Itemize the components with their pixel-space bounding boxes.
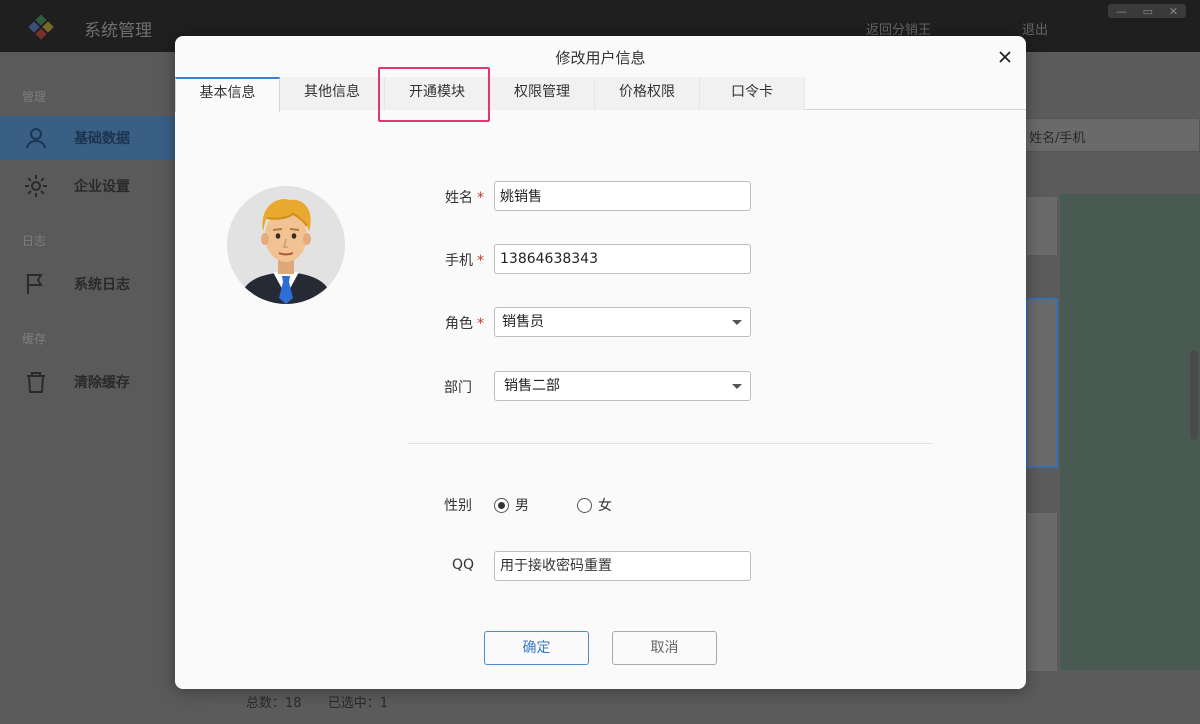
close-window-icon[interactable]: ✕ — [1169, 5, 1178, 18]
main-search-placeholder: 姓名/手机 — [1029, 131, 1086, 146]
trash-icon — [22, 370, 50, 394]
gender-radio-female[interactable]: 女 — [577, 495, 612, 515]
phone-label: 手机 * — [424, 250, 484, 270]
close-icon[interactable] — [998, 50, 1012, 64]
required-mark: * — [477, 190, 484, 206]
gear-icon — [22, 174, 50, 198]
main-panel — [1060, 194, 1200, 670]
phone-field[interactable] — [494, 244, 751, 274]
main-scrollbar[interactable] — [1190, 350, 1198, 440]
name-field[interactable] — [494, 181, 751, 211]
chevron-down-icon — [732, 384, 742, 389]
main-footer: 总数：18 已选中：1 — [246, 692, 410, 711]
cancel-button[interactable]: 取消 — [612, 631, 717, 665]
sidebar-section-cache: 缓存 — [22, 332, 47, 346]
edit-user-dialog: 修改用户信息 基本信息 其他信息 开通模块 权限管理 价格权限 口令卡 姓名 *… — [175, 36, 1026, 689]
name-label: 姓名 * — [424, 187, 484, 207]
app-logo-icon — [28, 14, 54, 40]
sidebar-item-label: 企业设置 — [74, 179, 130, 195]
chevron-down-icon — [732, 320, 742, 325]
minimize-icon[interactable]: — — [1116, 5, 1127, 18]
department-select[interactable]: 销售二部 — [494, 371, 751, 401]
qq-label: QQ — [451, 557, 474, 573]
tab-bar: 基本信息 其他信息 开通模块 权限管理 价格权限 口令卡 — [175, 75, 1026, 112]
exit-link[interactable]: 退出 — [1022, 19, 1048, 38]
sidebar-item-label: 清除缓存 — [74, 375, 130, 391]
tab-price-permissions[interactable]: 价格权限 — [595, 77, 700, 110]
tab-basic-info[interactable]: 基本信息 — [175, 77, 280, 112]
tab-open-modules[interactable]: 开通模块 — [385, 77, 490, 110]
dialog-title: 修改用户信息 — [555, 49, 646, 67]
role-label-text: 角色 — [445, 316, 473, 332]
sidebar-section-log: 日志 — [22, 234, 47, 248]
main-card — [1026, 512, 1058, 672]
role-select[interactable]: 销售员 — [494, 307, 751, 337]
sidebar-item-label: 基础数据 — [74, 131, 130, 147]
avatar[interactable] — [227, 186, 345, 304]
app-title: 系统管理 — [84, 21, 152, 41]
role-label: 角色 * — [424, 313, 484, 333]
qq-field[interactable] — [494, 551, 751, 581]
department-select-value: 销售二部 — [504, 378, 560, 394]
window-controls: — ▭ ✕ — [1108, 4, 1186, 18]
main-card — [1026, 196, 1058, 256]
sidebar-section-manage: 管理 — [22, 90, 47, 104]
gender-option-label: 男 — [515, 498, 529, 514]
flag-icon — [22, 272, 50, 296]
required-mark: * — [477, 253, 484, 269]
sidebar-item-label: 系统日志 — [74, 277, 130, 293]
user-icon — [22, 126, 50, 150]
maximize-icon[interactable]: ▭ — [1143, 5, 1153, 18]
main-card-selected — [1026, 298, 1058, 468]
tab-permissions[interactable]: 权限管理 — [490, 77, 595, 110]
role-select-value: 销售员 — [502, 314, 544, 330]
department-label: 部门 — [444, 380, 472, 396]
gender-option-label: 女 — [598, 498, 612, 514]
gender-radio-male[interactable]: 男 — [494, 495, 529, 515]
tab-password-card[interactable]: 口令卡 — [700, 77, 805, 110]
radio-unchecked-icon — [577, 497, 592, 513]
name-label-text: 姓名 — [445, 190, 473, 206]
total-count: 总数：18 — [246, 696, 302, 711]
gender-label: 性别 — [444, 498, 472, 514]
form-divider — [408, 443, 933, 444]
required-mark: * — [477, 316, 484, 332]
selected-count: 已选中：1 — [327, 696, 388, 711]
main-search-input[interactable]: 姓名/手机 — [1020, 118, 1200, 152]
tab-other-info[interactable]: 其他信息 — [280, 77, 385, 110]
radio-checked-icon — [494, 497, 509, 513]
ok-button[interactable]: 确定 — [484, 631, 589, 665]
phone-label-text: 手机 — [445, 253, 473, 269]
